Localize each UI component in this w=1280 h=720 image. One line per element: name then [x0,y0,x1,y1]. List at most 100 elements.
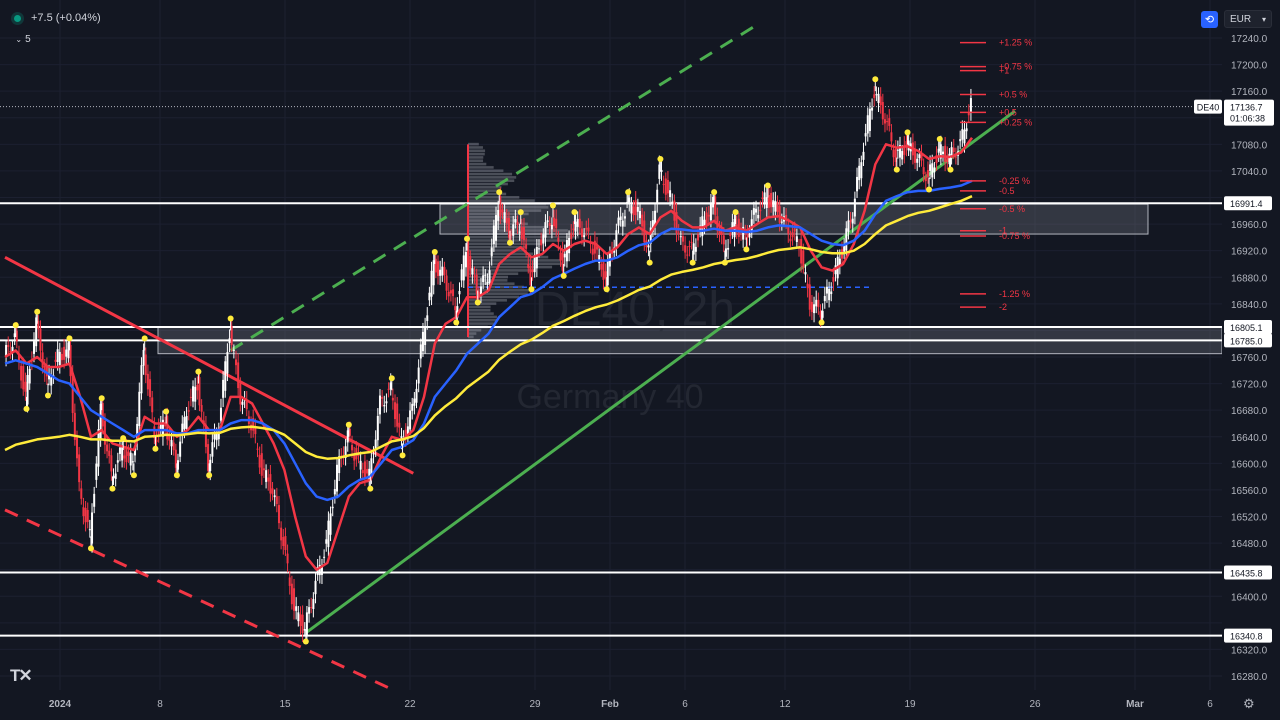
candle-body [688,246,691,248]
candle-body [185,415,188,429]
candle-body [621,220,624,227]
candle-body [441,266,444,276]
volume-profile-bar [468,152,485,156]
tradingview-logo-icon[interactable]: T✕ [10,666,33,686]
pivot-marker [464,235,471,242]
candle-body [901,151,904,160]
candle-body [430,270,433,297]
pivot-marker [453,319,460,326]
candle-body [832,276,835,282]
candle-body [378,395,381,415]
candle-body [211,442,214,457]
pivot-marker [87,545,94,552]
candle-body [428,292,431,301]
time-axis[interactable]: 2024 8 15 22 29 Feb 6 12 19 26 Mar 6 [0,690,1280,720]
candle-body [219,407,222,421]
candle-body [187,410,190,412]
candle-body [666,179,669,194]
candle-body [114,473,117,479]
candle-body [823,296,826,302]
price-axis-tick-label: 17200.0 [1231,61,1268,72]
pivot-marker [506,239,513,246]
candle-body [277,505,280,524]
candle-body [514,218,517,223]
candle-body [419,344,422,359]
candle-body [297,612,300,622]
candle-body [503,212,506,223]
candle-body [495,215,498,241]
candle-body [679,236,682,238]
price-axis-tick-label: 16680.0 [1231,406,1268,417]
candle-body [108,450,111,457]
candle-body [690,241,693,243]
candle-body [84,507,87,523]
gear-icon[interactable]: ⚙ [1243,696,1255,712]
candle-body [810,301,813,312]
candle-body [954,156,957,158]
volume-profile-bar [468,189,500,192]
volume-profile-bar [468,142,479,146]
candle-body [933,167,936,173]
candle-body [454,306,457,311]
candle-body [684,245,687,253]
candle-body [757,215,760,219]
candle-body [886,121,889,123]
pivot-marker [689,259,696,266]
candle-body [890,132,893,142]
candle-body [333,489,336,495]
candle-body [269,474,272,494]
time-axis-tick-label: 6 [1207,699,1213,710]
candle-body [896,149,899,151]
candle-body [265,470,268,482]
candle-body [802,250,805,268]
candle-body [853,198,856,217]
candle-body [452,289,455,297]
candle-body [200,405,203,412]
pivot-marker [818,319,825,326]
price-axis-tick-label: 17240.0 [1231,34,1268,45]
candle-body [540,239,543,246]
pivot-marker [904,129,911,136]
interval-badge[interactable]: ⌄ 5 [10,32,36,47]
candle-body [439,269,442,276]
candle-body [877,93,880,103]
candle-body [75,437,78,459]
pivot-level-label: -2 [999,302,1007,312]
sync-icon[interactable]: ⟲ [1201,11,1218,28]
candle-body [413,398,416,406]
candle-body [415,388,418,403]
candle-body [576,218,579,227]
candle-body [497,209,500,221]
pivot-marker [549,202,556,209]
price-axis-tick-label: 16920.0 [1231,247,1268,258]
candle-body [226,352,229,374]
pivot-marker [44,392,51,399]
time-axis-tick-label: 15 [279,699,291,710]
candle-body [527,263,530,268]
candle-body [366,469,369,474]
candle-body [443,267,446,276]
candle-body [363,461,366,479]
candle-body [815,299,818,307]
candle-body [258,454,261,468]
candle-body [800,238,803,264]
candle-body [677,232,680,235]
candle-body [961,129,964,140]
candle-body [56,349,59,362]
candle-body [729,232,732,236]
candle-body [170,440,173,447]
price-axis-tick-label: 16480.0 [1231,539,1268,550]
pivot-marker [528,286,535,293]
volume-profile-bar [468,265,553,269]
candle-body [550,224,553,230]
currency-selector[interactable]: EUR ▾ [1224,10,1272,28]
candle-body [275,496,278,504]
pivot-marker [12,322,19,329]
candle-body [97,429,100,467]
candle-body [544,222,547,238]
candle-body [722,235,725,245]
candle-body [828,288,831,301]
price-chart[interactable]: DE40, 2h Germany 40 +1.25 %+0.75 %+1+0.5… [0,0,1280,720]
volume-profile-bar [468,239,566,242]
volume-profile-bar [468,252,534,256]
